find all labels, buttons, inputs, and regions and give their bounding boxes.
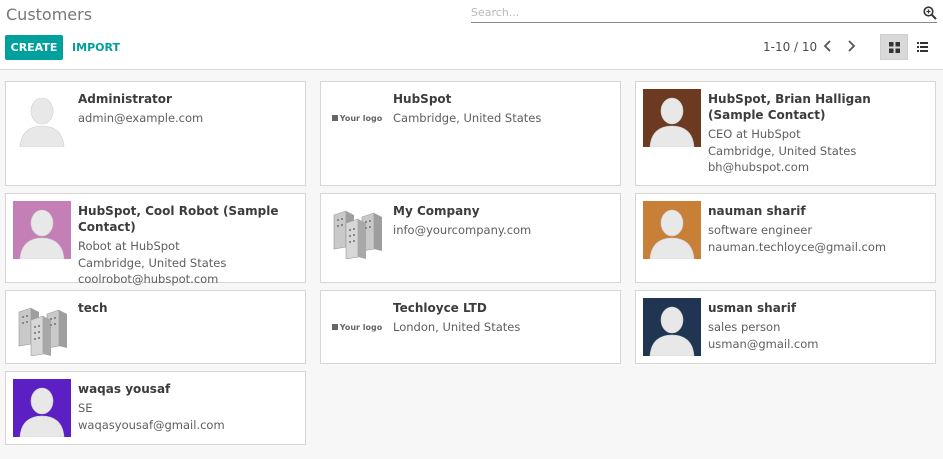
- card-name[interactable]: nauman sharif: [708, 203, 929, 219]
- create-button[interactable]: CREATE: [5, 35, 63, 60]
- card-info-line: waqasyousaf@gmail.com: [78, 417, 225, 432]
- card-info-line: London, United States: [393, 320, 521, 334]
- card-image: [643, 89, 701, 147]
- kanban-card[interactable]: My Company info@yourcompany.com: [320, 193, 621, 283]
- search-plus-icon[interactable]: [923, 6, 937, 20]
- list-icon: [916, 42, 928, 52]
- kanban-card[interactable]: usman sharif sales person usman@gmail.com: [635, 290, 936, 364]
- control-panel: Customers CREATE IMPORT 1-10 / 10: [0, 0, 943, 70]
- card-name[interactable]: My Company: [393, 203, 614, 219]
- card-info-line: coolrobot@hubspot.com: [78, 272, 219, 286]
- list-view-button[interactable]: [908, 34, 936, 60]
- card-image: Your logo: [328, 298, 386, 356]
- chevron-right-icon[interactable]: [843, 37, 859, 55]
- kanban-card[interactable]: waqas yousaf SE waqasyousaf@gmail.com: [5, 371, 306, 445]
- card-name[interactable]: HubSpot, Cool Robot (Sample Contact): [78, 203, 299, 235]
- company-buildings-icon: [18, 307, 67, 356]
- card-image: [13, 379, 71, 437]
- import-button[interactable]: IMPORT: [70, 35, 122, 60]
- avatar-icon: [643, 298, 701, 356]
- kanban-view-button[interactable]: [880, 34, 908, 60]
- card-name[interactable]: HubSpot, Brian Halligan (Sample Contact): [708, 91, 929, 123]
- card-info-line: sales person: [708, 320, 781, 334]
- card-name[interactable]: Techloyce LTD: [393, 300, 614, 316]
- card-info-line: admin@example.com: [78, 111, 204, 125]
- your-logo-text: Your logo: [339, 322, 383, 332]
- avatar-icon: [13, 379, 71, 437]
- card-name[interactable]: tech: [78, 300, 299, 316]
- grid-icon: [888, 41, 900, 53]
- search-bar[interactable]: [471, 4, 937, 23]
- avatar-icon: [643, 89, 701, 147]
- avatar-icon: [19, 97, 65, 147]
- avatar-icon: [13, 201, 71, 259]
- card-name[interactable]: HubSpot: [393, 91, 614, 107]
- card-info-line: info@yourcompany.com: [393, 223, 532, 237]
- card-image: [643, 298, 701, 356]
- kanban-card[interactable]: Your logo HubSpot Cambridge, United State…: [320, 81, 621, 186]
- card-info-line: SE: [78, 401, 93, 415]
- card-info-line: software engineer: [708, 223, 813, 237]
- kanban-card[interactable]: nauman sharif software engineer nauman.tec…: [635, 193, 936, 283]
- card-image: Your logo: [328, 89, 386, 147]
- card-image: [328, 201, 386, 259]
- card-image: [13, 201, 71, 259]
- card-info-line: Cambridge, United States: [78, 255, 227, 270]
- pager-value[interactable]: 1-10 / 10: [763, 40, 817, 54]
- card-image: [643, 201, 701, 259]
- card-name[interactable]: waqas yousaf: [78, 381, 299, 397]
- your-logo-icon: Your logo: [331, 322, 383, 332]
- your-logo-text: Your logo: [339, 113, 383, 123]
- card-image: [13, 89, 71, 147]
- card-info-line: CEO at HubSpot: [708, 127, 801, 141]
- kanban-card[interactable]: HubSpot, Cool Robot (Sample Contact) Robo…: [5, 193, 306, 286]
- company-buildings-icon: [333, 210, 382, 259]
- card-info-line: bh@hubspot.com: [708, 160, 810, 174]
- kanban-card[interactable]: HubSpot, Brian Halligan (Sample Contact)…: [635, 81, 936, 186]
- your-logo-icon: Your logo: [331, 113, 383, 123]
- card-info-line: Robot at HubSpot: [78, 239, 180, 253]
- card-info-line: Cambridge, United States: [393, 111, 542, 125]
- card-image: [13, 298, 71, 356]
- card-info-line: nauman.techloyce@gmail.com: [708, 239, 887, 254]
- kanban-card[interactable]: Your logo Techloyce LTD London, United St…: [320, 290, 621, 364]
- search-input[interactable]: [471, 4, 911, 21]
- avatar-icon: [643, 201, 701, 259]
- kanban-card[interactable]: Administrator admin@example.com: [5, 81, 306, 186]
- chevron-left-icon[interactable]: [820, 37, 836, 55]
- card-info-line: usman@gmail.com: [708, 336, 819, 351]
- card-name[interactable]: usman sharif: [708, 300, 929, 316]
- page-title: Customers: [6, 5, 93, 24]
- card-name[interactable]: Administrator: [78, 91, 299, 107]
- card-info-line: Cambridge, United States: [708, 143, 857, 158]
- kanban-card[interactable]: tech: [5, 290, 306, 364]
